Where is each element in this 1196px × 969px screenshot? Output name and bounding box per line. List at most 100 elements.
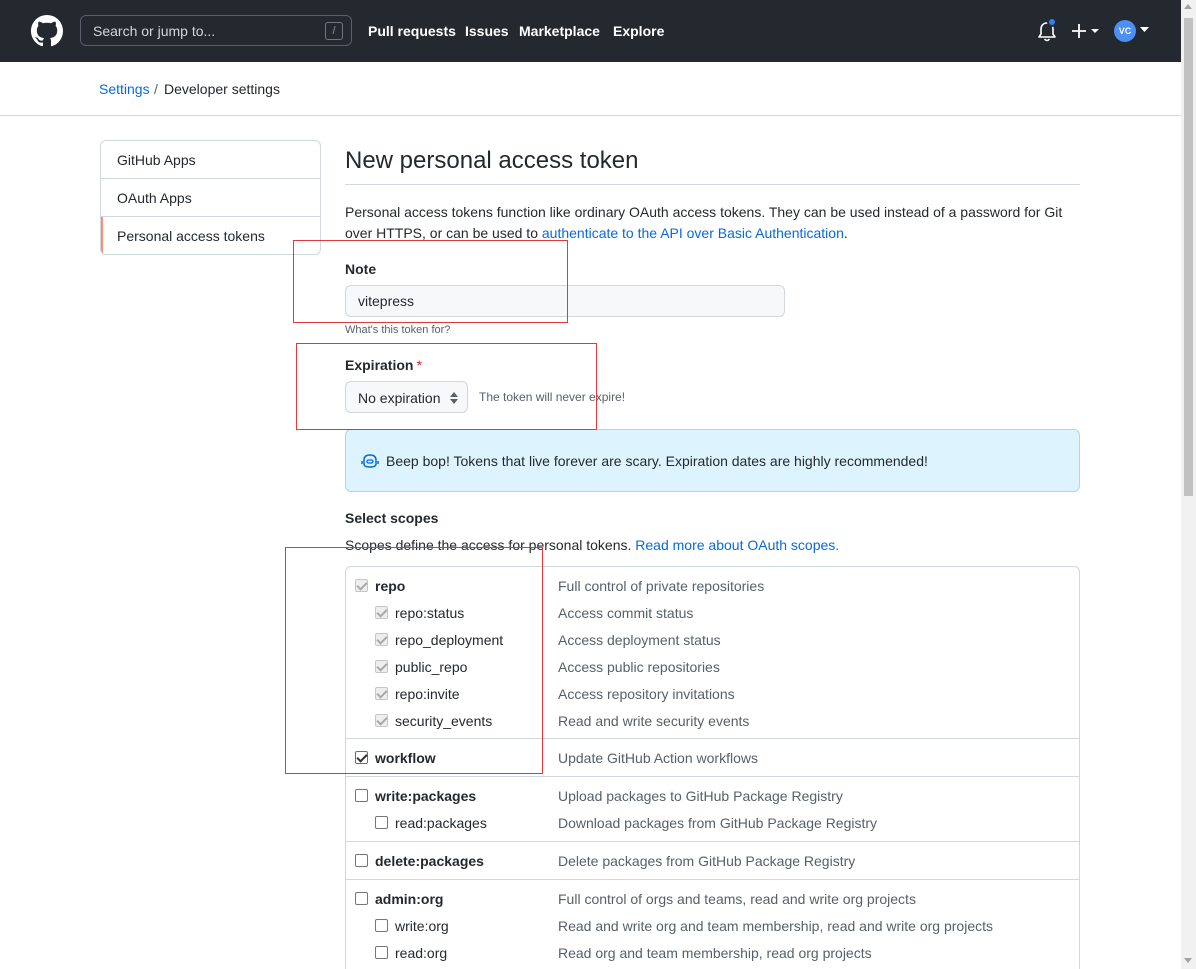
repo-deployment-checkbox[interactable] — [375, 633, 388, 646]
scope-group-workflow: workflow Update GitHub Action workflows — [346, 739, 1079, 777]
breadcrumb-settings-link[interactable]: Settings — [99, 81, 150, 97]
scope-name: write:packages — [375, 788, 477, 804]
nav-explore[interactable]: Explore — [613, 23, 664, 39]
scope-name: admin:org — [375, 891, 444, 907]
scope-description: Read org and team membership, read org p… — [558, 945, 872, 961]
scope-row-security-events: security_events Read and write security … — [346, 708, 1079, 735]
scope-description: Full control of private repositories — [558, 578, 765, 594]
scope-name: read:packages — [395, 815, 487, 831]
basic-auth-link[interactable]: authenticate to the API over Basic Authe… — [542, 225, 844, 241]
scope-row-repo: repo Full control of private repositorie… — [346, 573, 1079, 600]
developer-settings-menu: GitHub Apps OAuth Apps Personal access t… — [100, 140, 321, 255]
repo-status-checkbox[interactable] — [375, 606, 388, 619]
note-input[interactable] — [345, 285, 785, 317]
scope-group-write-packages: write:packages Upload packages to GitHub… — [346, 777, 1079, 842]
intro-end: . — [843, 225, 848, 241]
expiration-label-text: Expiration — [345, 357, 414, 373]
public-repo-checkbox[interactable] — [375, 660, 388, 673]
read-org-checkbox[interactable] — [375, 946, 388, 959]
sidebar-item-label: OAuth Apps — [117, 190, 192, 206]
scope-name: repo:status — [395, 605, 465, 621]
scope-description: Access repository invitations — [558, 686, 735, 702]
scope-description: Access commit status — [558, 605, 694, 621]
title-divider — [345, 184, 1080, 185]
scope-row-delete-packages: delete:packages Delete packages from Git… — [346, 848, 1079, 875]
scope-group-admin-org: admin:org Full control of orgs and teams… — [346, 880, 1079, 969]
repo-invite-checkbox[interactable] — [375, 687, 388, 700]
select-scopes-heading: Select scopes — [345, 510, 439, 526]
write-org-checkbox[interactable] — [375, 919, 388, 932]
expiration-select[interactable]: No expiration — [345, 381, 468, 413]
scope-description: Access public repositories — [558, 659, 720, 675]
avatar: VC — [1114, 20, 1136, 42]
scopes-description: Scopes define the access for personal to… — [345, 537, 839, 553]
search-input[interactable]: Search or jump to... / — [80, 15, 352, 46]
write-packages-checkbox[interactable] — [355, 789, 368, 802]
scope-name: repo_deployment — [395, 632, 504, 648]
scopes-desc-body: Scopes define the access for personal to… — [345, 537, 636, 553]
sidebar-item-github-apps[interactable]: GitHub Apps — [101, 141, 320, 179]
scope-row-write-org: write:org Read and write org and team me… — [346, 913, 1079, 940]
read-packages-checkbox[interactable] — [375, 816, 388, 829]
nav-issues[interactable]: Issues — [465, 23, 509, 39]
page-scrollbar[interactable] — [1181, 0, 1196, 969]
slash-shortcut-key: / — [325, 22, 343, 40]
breadcrumb-current: Developer settings — [164, 81, 280, 97]
search-placeholder: Search or jump to... — [93, 23, 216, 39]
scroll-up-arrow-icon[interactable] — [1184, 4, 1192, 9]
breadcrumb: Settings / Developer settings — [0, 62, 1181, 116]
nav-marketplace[interactable]: Marketplace — [519, 23, 600, 39]
delete-packages-checkbox[interactable] — [355, 854, 368, 867]
create-new-plus-icon[interactable] — [1071, 21, 1101, 41]
global-header: Search or jump to... / Pull requests Iss… — [0, 0, 1181, 62]
scope-description: Update GitHub Action workflows — [558, 750, 758, 766]
sidebar-item-oauth-apps[interactable]: OAuth Apps — [101, 179, 320, 217]
oauth-scopes-link[interactable]: Read more about OAuth scopes. — [635, 537, 839, 553]
scope-description: Read and write security events — [558, 713, 750, 729]
scope-description: Download packages from GitHub Package Re… — [558, 815, 878, 831]
intro-text: Personal access tokens function like ord… — [345, 202, 1085, 244]
scrollbar-thumb[interactable] — [1184, 18, 1193, 496]
expiration-hint: The token will never expire! — [479, 390, 626, 404]
select-updown-icon — [450, 392, 458, 404]
scope-name: read:org — [395, 945, 448, 961]
repo-checkbox[interactable] — [355, 579, 368, 592]
note-hint: What's this token for? — [345, 324, 451, 336]
required-marker: * — [416, 357, 422, 373]
expiration-warning-banner: Beep bop! Tokens that live forever are s… — [345, 429, 1080, 492]
scope-name: workflow — [375, 750, 436, 766]
scope-name: delete:packages — [375, 853, 484, 869]
page-title: New personal access token — [345, 147, 639, 174]
warning-text: Beep bop! Tokens that live forever are s… — [386, 453, 928, 469]
scope-row-repo-deployment: repo_deployment Access deployment status — [346, 627, 1079, 654]
scope-name: repo:invite — [395, 686, 460, 702]
scope-row-write-packages: write:packages Upload packages to GitHub… — [346, 783, 1079, 810]
scope-row-read-packages: read:packages Download packages from Git… — [346, 810, 1079, 837]
expiration-label: Expiration * — [345, 357, 422, 373]
scope-row-read-org: read:org Read org and team membership, r… — [346, 940, 1079, 967]
scope-name: write:org — [395, 918, 449, 934]
scope-row-workflow: workflow Update GitHub Action workflows — [346, 745, 1079, 772]
security-events-checkbox[interactable] — [375, 714, 388, 727]
scope-name: public_repo — [395, 659, 468, 675]
note-label: Note — [345, 261, 377, 277]
scope-row-admin-org: admin:org Full control of orgs and teams… — [346, 886, 1079, 913]
sidebar-item-label: GitHub Apps — [117, 152, 196, 168]
scope-name: security_events — [395, 713, 493, 729]
scroll-down-arrow-icon[interactable] — [1184, 958, 1192, 963]
scope-description: Upload packages to GitHub Package Regist… — [558, 788, 843, 804]
scope-row-public-repo: public_repo Access public repositories — [346, 654, 1079, 681]
sidebar-item-personal-access-tokens[interactable]: Personal access tokens — [101, 217, 320, 254]
workflow-checkbox[interactable] — [355, 751, 368, 764]
chevron-down-icon — [1140, 27, 1149, 32]
scope-description: Access deployment status — [558, 632, 721, 648]
github-logo-icon[interactable] — [31, 15, 63, 47]
scope-row-repo-invite: repo:invite Access repository invitation… — [346, 681, 1079, 708]
user-menu[interactable]: VC — [1114, 20, 1149, 42]
nav-pull-requests[interactable]: Pull requests — [368, 23, 456, 39]
admin-org-checkbox[interactable] — [355, 892, 368, 905]
scope-description: Full control of orgs and teams, read and… — [558, 891, 916, 907]
copilot-robot-icon — [361, 454, 379, 468]
scope-group-repo: repo Full control of private repositorie… — [346, 567, 1079, 739]
scopes-table: repo Full control of private repositorie… — [345, 566, 1080, 969]
